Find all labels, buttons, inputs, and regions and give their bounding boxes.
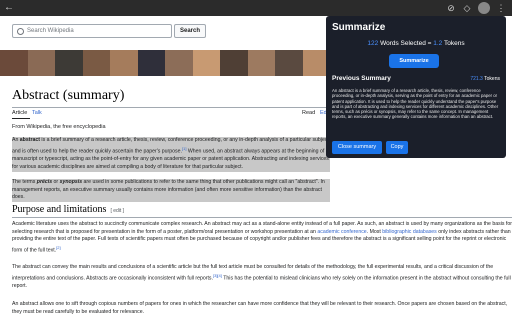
search-button[interactable]: Search bbox=[174, 24, 207, 38]
extension-icon[interactable]: ◇ bbox=[462, 2, 472, 14]
menu-icon[interactable]: ⋮ bbox=[496, 2, 506, 14]
divider bbox=[12, 217, 512, 218]
subtitle: From Wikipedia, the free encyclopedia bbox=[12, 124, 106, 130]
section-edit-link[interactable]: [ edit ] bbox=[110, 208, 124, 214]
page-title: Abstract (summary) bbox=[12, 88, 125, 103]
tab-talk[interactable]: Talk bbox=[32, 110, 42, 116]
avatar[interactable] bbox=[478, 2, 490, 14]
citation-link[interactable]: [3][4] bbox=[213, 273, 222, 278]
previous-summary-tokens: 721.3 Tokens bbox=[470, 76, 500, 82]
link-academic-conference[interactable]: academic conference bbox=[317, 229, 366, 235]
paragraph-terms: The terms précis or synopsis are used in… bbox=[12, 179, 330, 203]
section-heading: Purpose and limitations[ edit ] bbox=[12, 204, 125, 215]
paragraph-purpose: Academic literature uses the abstract to… bbox=[12, 221, 512, 254]
eye-off-icon[interactable]: ⊘ bbox=[446, 2, 456, 14]
search-bar: Search Wikipedia Search bbox=[12, 24, 207, 38]
paragraph-intro: An abstract is a brief summary of a rese… bbox=[12, 137, 330, 172]
summarize-popup: Summarize 122 Words Selected = 1.2 Token… bbox=[326, 16, 506, 158]
paragraph-results: The abstract can convey the main results… bbox=[12, 264, 511, 290]
tab-read[interactable]: Read bbox=[302, 110, 315, 116]
link-bibliographic-databases[interactable]: bibliographic databases bbox=[382, 229, 437, 235]
tab-article[interactable]: Article bbox=[12, 110, 27, 116]
search-input[interactable]: Search Wikipedia bbox=[12, 24, 172, 38]
summary-text: An abstract is a brief summary of a rese… bbox=[332, 88, 499, 120]
summarize-button[interactable]: Summarize bbox=[389, 54, 439, 68]
close-summary-button[interactable]: Close summary bbox=[332, 141, 382, 154]
page-tabs: Article Talk Read Ed bbox=[12, 108, 330, 120]
search-placeholder: Search Wikipedia bbox=[27, 28, 74, 34]
previous-summary-heading: Previous Summary bbox=[332, 75, 391, 82]
copy-button[interactable]: Copy bbox=[386, 141, 408, 154]
banner-image bbox=[0, 50, 330, 76]
browser-toolbar: ← ⊘ ◇ ⋮ bbox=[0, 0, 512, 16]
citation-link[interactable]: [2] bbox=[56, 245, 60, 250]
browser-icons: ⊘ ◇ ⋮ bbox=[446, 2, 506, 14]
paragraph-sift: An abstract allows one to sift through c… bbox=[12, 301, 508, 315]
back-icon[interactable]: ← bbox=[4, 2, 14, 14]
popup-title: Summarize bbox=[332, 22, 386, 33]
search-icon bbox=[17, 27, 24, 35]
active-tab-indicator bbox=[12, 118, 30, 119]
selection-count: 122 Words Selected = 1.2 Tokens bbox=[367, 40, 465, 47]
